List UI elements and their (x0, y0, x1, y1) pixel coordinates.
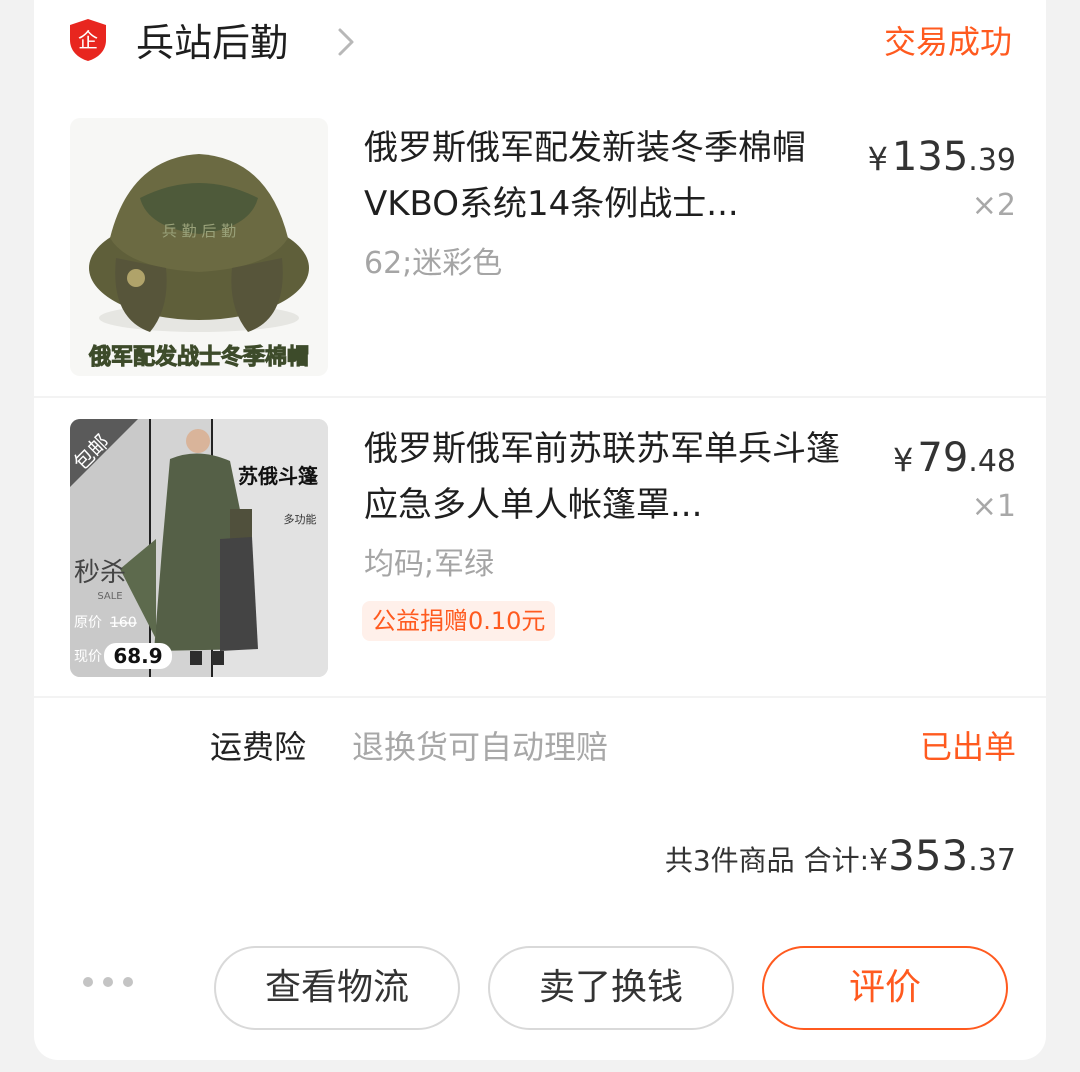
charity-badge: 公益捐赠0.10元 (362, 601, 556, 641)
product-quantity: ×1 (971, 489, 1016, 524)
insurance-label: 运费险 (210, 728, 307, 766)
price-decimal: .48 (968, 444, 1016, 479)
divider (34, 696, 1046, 698)
thumb-sale: 秒杀 (74, 558, 126, 588)
thumb-watermark: 兵 勤 后 勤 (162, 222, 236, 240)
product-quantity: ×2 (971, 188, 1016, 223)
thumb-sub: 多功能 (284, 512, 317, 526)
total-label: 合计: (803, 844, 870, 877)
price-currency: ¥ (867, 140, 888, 178)
resell-button[interactable]: 卖了换钱 (488, 946, 734, 1030)
total-decimal: .37 (968, 843, 1016, 878)
order-item[interactable]: 兵 勤 后 勤 俄军配发战士冬季棉帽 俄罗斯俄军配发新装冬季棉帽VKBO系统14… (34, 118, 1046, 380)
thumb-now-label: 现价 (74, 649, 102, 665)
product-thumbnail[interactable]: 兵 勤 后 勤 俄军配发战士冬季棉帽 (70, 118, 328, 376)
product-spec: 均码;军绿 (364, 547, 495, 582)
more-options-icon[interactable] (78, 970, 138, 994)
total-integer: 353 (888, 831, 969, 880)
product-spec: 62;迷彩色 (364, 246, 503, 281)
insurance-status[interactable]: 已出单 (920, 724, 1016, 770)
thumb-orig-price: 160 (110, 615, 137, 631)
chevron-right-icon[interactable] (334, 22, 360, 62)
total-currency: ¥ (869, 843, 889, 878)
price-integer: 135 (891, 134, 969, 180)
item-count: 共3件商品 (664, 844, 795, 877)
order-item[interactable]: 包邮 苏俄斗篷 多功能 秒杀 SALE 原价 160 现价 68.9 俄罗斯俄军… (34, 419, 1046, 681)
divider (34, 396, 1046, 398)
price-currency: ¥ (893, 441, 914, 479)
shop-name[interactable]: 兵站后勤 (136, 18, 288, 68)
product-title[interactable]: 俄罗斯俄军前苏联苏军单兵斗篷应急多人单人帐篷罩... (364, 421, 848, 533)
thumb-sale-en: SALE (97, 591, 122, 602)
military-cape-image: 包邮 苏俄斗篷 多功能 秒杀 SALE 原价 160 现价 68.9 (70, 419, 328, 677)
shop-logo-glyph: 企 (78, 28, 98, 52)
view-logistics-button[interactable]: 查看物流 (214, 946, 460, 1030)
review-button[interactable]: 评价 (762, 946, 1008, 1030)
thumb-caption: 俄军配发战士冬季棉帽 (88, 344, 309, 370)
insurance-description: 退换货可自动理赔 (352, 728, 609, 766)
product-price: ¥79.48 (893, 435, 1016, 485)
thumb-heading: 苏俄斗篷 (238, 464, 319, 488)
thumb-orig-label: 原价 (74, 615, 102, 631)
product-thumbnail[interactable]: 包邮 苏俄斗篷 多功能 秒杀 SALE 原价 160 现价 68.9 (70, 419, 328, 677)
product-title[interactable]: 俄罗斯俄军配发新装冬季棉帽VKBO系统14条例战士... (364, 120, 848, 232)
order-status: 交易成功 (883, 23, 1012, 61)
shop-logo-icon: 企 (70, 19, 106, 61)
order-card: 企 兵站后勤 交易成功 兵 勤 后 勤 俄军配发战士冬季棉帽 俄罗斯俄军配发新装… (34, 0, 1046, 1060)
product-price: ¥135.39 (868, 134, 1016, 184)
price-integer: 79 (917, 435, 969, 481)
shop-header[interactable]: 企 兵站后勤 交易成功 (34, 0, 1046, 100)
fur-hat-image: 兵 勤 后 勤 俄军配发战士冬季棉帽 (70, 118, 328, 376)
order-total: 共3件商品 合计:¥353.37 (665, 830, 1016, 887)
price-decimal: .39 (968, 143, 1016, 178)
thumb-now-price: 68.9 (113, 644, 162, 668)
